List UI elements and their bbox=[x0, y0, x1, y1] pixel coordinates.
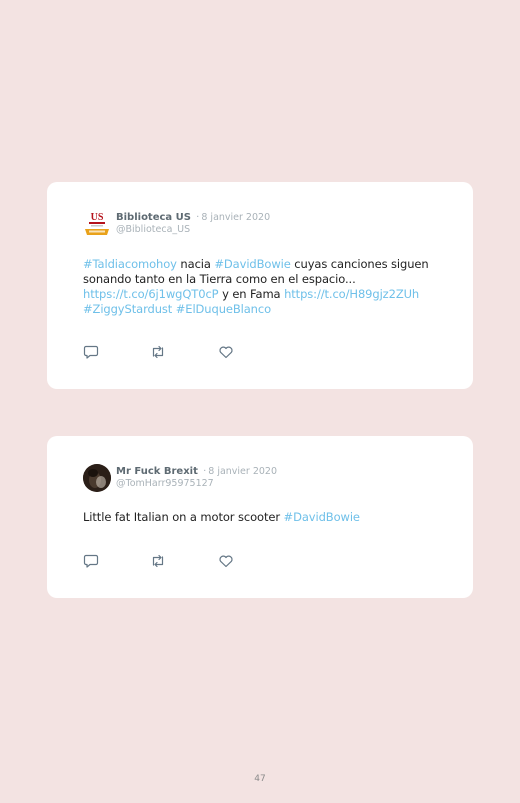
tweet-text: #Taldiacomohoy nacia #DavidBowie cuyas c… bbox=[83, 257, 453, 317]
separator: · bbox=[196, 212, 200, 223]
text-segment: nacia bbox=[176, 257, 215, 271]
avatar[interactable] bbox=[83, 464, 111, 492]
tweet-date[interactable]: 8 janvier 2020 bbox=[201, 212, 270, 223]
tweet-header: Biblioteca US · 8 janvier 2020 bbox=[116, 212, 270, 224]
reply-icon[interactable] bbox=[83, 344, 99, 360]
author-name[interactable]: Mr Fuck Brexit bbox=[116, 466, 198, 477]
hashtag[interactable]: #ZiggyStardust bbox=[83, 302, 172, 316]
tweet-card: Mr Fuck Brexit · 8 janvier 2020 @TomHarr9… bbox=[47, 436, 473, 598]
retweet-icon[interactable] bbox=[150, 344, 166, 360]
author-handle[interactable]: @TomHarr95975127 bbox=[116, 478, 214, 489]
tweet-header: Mr Fuck Brexit · 8 janvier 2020 bbox=[116, 466, 277, 478]
like-icon[interactable] bbox=[218, 344, 234, 360]
retweet-icon[interactable] bbox=[150, 553, 166, 569]
text-segment: Little fat Italian on a motor scooter bbox=[83, 510, 284, 524]
tweet-card: US Biblioteca US · 8 janvier 2020 @Biblio… bbox=[47, 182, 473, 389]
separator: · bbox=[203, 466, 207, 477]
author-name[interactable]: Biblioteca US bbox=[116, 212, 191, 223]
hashtag[interactable]: #ElDuqueBlanco bbox=[176, 302, 271, 316]
author-handle[interactable]: @Biblioteca_US bbox=[116, 224, 190, 235]
reply-icon[interactable] bbox=[83, 553, 99, 569]
link[interactable]: https://t.co/H89gjz2ZUh bbox=[284, 287, 419, 301]
tweet-actions bbox=[83, 553, 253, 569]
svg-text:US: US bbox=[91, 212, 104, 223]
link[interactable]: https://t.co/6j1wgQT0cP bbox=[83, 287, 219, 301]
like-icon[interactable] bbox=[218, 553, 234, 569]
hashtag[interactable]: #DavidBowie bbox=[214, 257, 290, 271]
hashtag[interactable]: #Taldiacomohoy bbox=[83, 257, 177, 271]
text-segment: y en Fama bbox=[218, 287, 285, 301]
tweet-text: Little fat Italian on a motor scooter #D… bbox=[83, 510, 453, 525]
avatar[interactable]: US bbox=[83, 210, 111, 236]
tweet-actions bbox=[83, 344, 253, 360]
tweet-date[interactable]: 8 janvier 2020 bbox=[208, 466, 277, 477]
hashtag[interactable]: #DavidBowie bbox=[284, 510, 360, 524]
page-number: 47 bbox=[254, 774, 266, 784]
